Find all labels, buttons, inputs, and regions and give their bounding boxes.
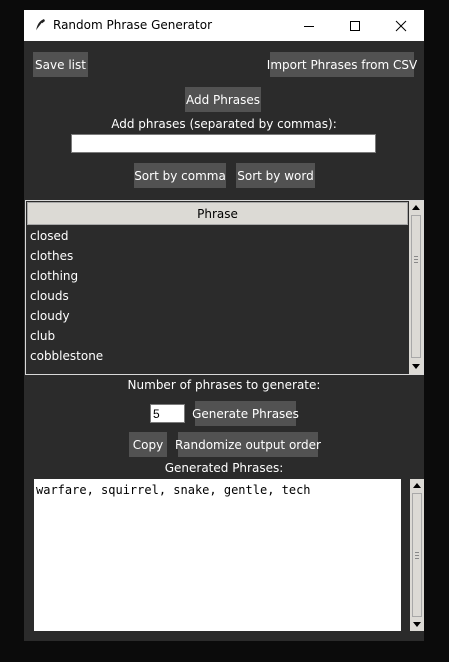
phrase-row[interactable]: clothing	[30, 266, 408, 286]
phrase-table-scroll-thumb[interactable]	[411, 215, 421, 358]
close-button[interactable]	[378, 10, 424, 41]
sort-by-word-button[interactable]: Sort by word	[236, 163, 315, 188]
add-phrases-label: Add phrases (separated by commas):	[111, 117, 337, 131]
generated-phrases-output[interactable]: warfare, squirrel, snake, gentle, tech	[34, 479, 401, 631]
output-scroll-up-icon[interactable]	[410, 480, 424, 491]
phrase-list: closed clothes clothing clouds cloudy cl…	[30, 226, 408, 366]
phrase-row[interactable]: clouds	[30, 286, 408, 306]
phrase-count-label: Number of phrases to generate:	[127, 378, 321, 392]
phrase-count-input[interactable]	[150, 404, 185, 423]
minimize-button[interactable]	[286, 10, 332, 41]
generate-phrases-button[interactable]: Generate Phrases	[192, 401, 299, 426]
phrase-table: Phrase closed clothes clothing clouds cl…	[25, 200, 424, 375]
phrase-row[interactable]: closed	[30, 226, 408, 246]
phrase-row[interactable]: clothes	[30, 246, 408, 266]
phrase-column-header[interactable]: Phrase	[27, 202, 408, 225]
close-icon	[395, 20, 407, 31]
window-title: Random Phrase Generator	[53, 18, 213, 32]
generated-phrases-label: Generated Phrases:	[164, 461, 284, 475]
phrase-table-scrollbar[interactable]	[409, 201, 423, 374]
feather-icon	[35, 19, 45, 32]
maximize-icon	[350, 20, 360, 31]
output-scrollbar[interactable]	[410, 479, 424, 631]
randomize-output-button[interactable]: Randomize output order	[175, 432, 321, 457]
phrase-row[interactable]: cloudy	[30, 306, 408, 326]
output-scroll-down-icon[interactable]	[410, 619, 424, 630]
scroll-down-arrow-icon[interactable]	[409, 361, 423, 372]
save-list-button[interactable]: Save list	[33, 52, 88, 77]
maximize-button[interactable]	[332, 10, 378, 41]
copy-button[interactable]: Copy	[129, 432, 167, 457]
scroll-up-arrow-icon[interactable]	[409, 202, 423, 213]
minimize-icon	[304, 25, 314, 27]
app-window: Random Phrase Generator Save list Import…	[24, 10, 424, 641]
import-csv-button[interactable]: Import Phrases from CSV	[267, 52, 417, 77]
sort-by-comma-button[interactable]: Sort by comma	[134, 163, 226, 188]
title-bar[interactable]: Random Phrase Generator	[24, 10, 424, 41]
output-scroll-thumb[interactable]	[412, 493, 422, 617]
phrase-row[interactable]: club	[30, 326, 408, 346]
phrase-row[interactable]: cobblestone	[30, 346, 408, 366]
add-phrases-input[interactable]	[71, 134, 376, 153]
add-phrases-button[interactable]: Add Phrases	[185, 87, 261, 112]
